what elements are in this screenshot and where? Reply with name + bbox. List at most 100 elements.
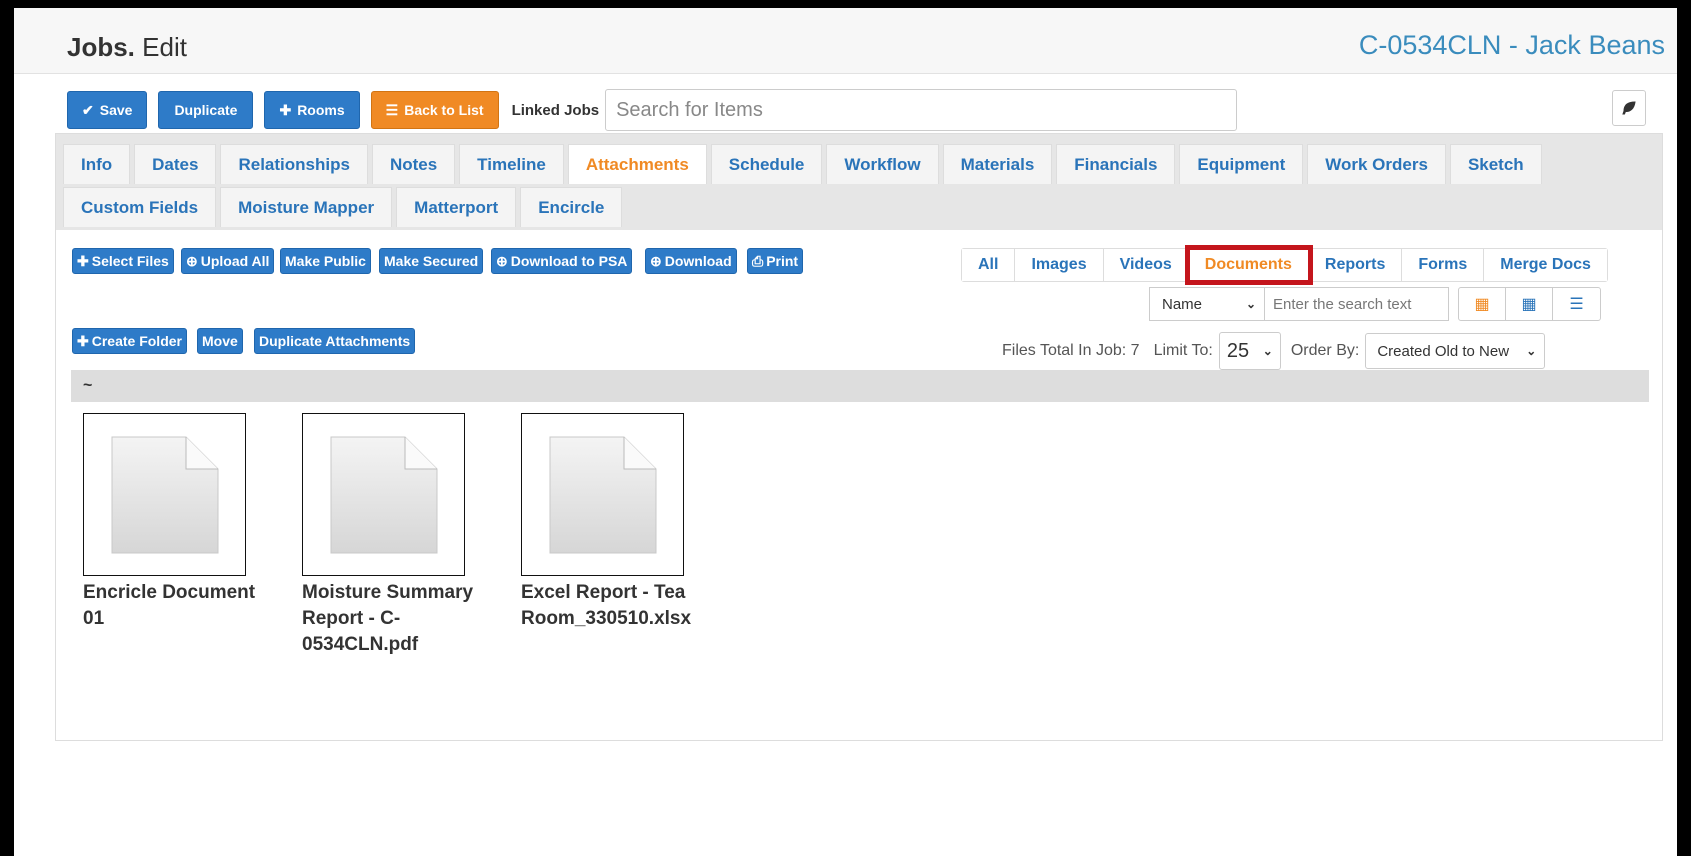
select-files-label: Select Files [91, 253, 169, 269]
leaf-icon[interactable] [1612, 90, 1646, 126]
page-header: Jobs. Edit C-0534CLN - Jack Beans [14, 8, 1677, 74]
document-icon[interactable] [83, 413, 246, 576]
tab-materials[interactable]: Materials [942, 144, 1053, 184]
download-label: Download [664, 253, 732, 269]
tab-encircle[interactable]: Encircle [520, 187, 623, 227]
list-view-icon[interactable]: ☰ [1553, 288, 1600, 320]
folder-path-bar[interactable]: ~ [71, 370, 1649, 402]
file-name[interactable]: Encricle Document 01 [83, 580, 278, 632]
make-secured-button[interactable]: Make Secured [379, 248, 484, 274]
print-button[interactable]: ⎙ Print [747, 248, 804, 274]
search-text-input[interactable]: Enter the search text [1265, 287, 1449, 321]
document-icon[interactable] [302, 413, 465, 576]
tab-matterport[interactable]: Matterport [396, 187, 517, 227]
tab-row-1: Info Dates Relationships Notes Timeline … [63, 144, 1546, 184]
filter-tab-images[interactable]: Images [1015, 249, 1104, 281]
make-public-button[interactable]: Make Public [280, 248, 371, 274]
linked-jobs-search-input[interactable]: Search for Items [605, 89, 1238, 131]
download-icon: ⊕ [496, 252, 508, 269]
create-folder-label: Create Folder [91, 333, 182, 349]
page-title-module: Jobs. [67, 32, 135, 62]
filter-tab-documents[interactable]: Documents [1184, 245, 1313, 285]
tab-relationships[interactable]: Relationships [220, 144, 368, 184]
files-info-bar: Files Total In Job: 7 Limit To: 25 ⌄ Orde… [1002, 332, 1546, 370]
order-by-label: Order By: [1290, 342, 1360, 359]
tab-moisture-mapper[interactable]: Moisture Mapper [220, 187, 393, 227]
tab-timeline[interactable]: Timeline [459, 144, 564, 184]
tab-workflow[interactable]: Workflow [826, 144, 939, 184]
file-name[interactable]: Excel Report - Tea Room_330510.xlsx [521, 580, 716, 632]
limit-value: 25 [1226, 339, 1250, 362]
create-folder-button[interactable]: ✚ Create Folder [72, 328, 187, 354]
large-grid-view-icon[interactable]: ▦ [1459, 288, 1506, 320]
small-grid-view-icon[interactable]: ▦ [1506, 288, 1553, 320]
save-button[interactable]: ✔ Save [67, 91, 148, 129]
page-title-action: Edit [134, 32, 187, 62]
tab-schedule[interactable]: Schedule [710, 144, 823, 184]
back-to-list-label: Back to List [404, 102, 484, 118]
move-button[interactable]: Move [197, 328, 243, 354]
file-name[interactable]: Moisture Summary Report - C-0534CLN.pdf [302, 580, 497, 658]
move-label: Move [202, 333, 238, 349]
tab-custom-fields[interactable]: Custom Fields [63, 187, 217, 227]
tab-notes[interactable]: Notes [371, 144, 456, 184]
save-button-label: Save [99, 102, 133, 118]
file-tile[interactable]: Excel Report - Tea Room_330510.xlsx [521, 413, 721, 632]
upload-icon: ⊕ [186, 252, 198, 269]
chevron-down-icon: ⌄ [1526, 344, 1537, 358]
document-icon[interactable] [521, 413, 684, 576]
tab-financials[interactable]: Financials [1056, 144, 1176, 184]
filter-tab-reports[interactable]: Reports [1308, 249, 1403, 281]
tab-info[interactable]: Info [63, 144, 131, 184]
search-row: Name ⌄ Enter the search text [1149, 287, 1449, 321]
chevron-down-icon: ⌄ [1262, 344, 1273, 358]
page-title: Jobs. Edit [67, 32, 187, 63]
order-by-select[interactable]: Created Old to New ⌄ [1365, 333, 1546, 369]
file-tile[interactable]: Moisture Summary Report - C-0534CLN.pdf [302, 413, 502, 658]
duplicate-button-label: Duplicate [174, 102, 238, 118]
linked-jobs-label: Linked Jobs [511, 101, 600, 119]
tab-attachments[interactable]: Attachments [567, 144, 707, 184]
print-icon: ⎙ [752, 252, 764, 269]
order-by-value: Created Old to New [1377, 342, 1510, 360]
tab-row-2: Custom Fields Moisture Mapper Matterport… [63, 187, 626, 227]
upload-all-button[interactable]: ⊕ Upload All [181, 248, 275, 274]
job-title: C-0534CLN - Jack Beans [1358, 30, 1665, 60]
filter-tab-videos[interactable]: Videos [1103, 249, 1189, 281]
make-secured-label: Make Secured [384, 253, 479, 269]
filter-tab-all[interactable]: All [962, 249, 1016, 281]
rooms-button[interactable]: ✚ Rooms [264, 91, 360, 129]
attachment-filter-tabs: All Images Videos Documents Reports Form… [961, 245, 1608, 285]
file-tile[interactable]: Encricle Document 01 [83, 413, 283, 632]
upload-all-label: Upload All [200, 253, 270, 269]
filter-tab-forms[interactable]: Forms [1402, 249, 1485, 281]
select-files-button[interactable]: ✚ Select Files [72, 248, 174, 274]
duplicate-attachments-button[interactable]: Duplicate Attachments [254, 328, 416, 354]
plus-icon: ✚ [77, 332, 89, 349]
limit-select[interactable]: 25 ⌄ [1218, 332, 1281, 370]
duplicate-attachments-label: Duplicate Attachments [259, 333, 411, 349]
tab-dates[interactable]: Dates [134, 144, 217, 184]
filter-tab-merge-docs[interactable]: Merge Docs [1484, 249, 1607, 281]
job-tabs: Info Dates Relationships Notes Timeline … [56, 134, 1662, 230]
search-field-select[interactable]: Name ⌄ [1149, 287, 1265, 321]
tab-equipment[interactable]: Equipment [1179, 144, 1304, 184]
search-field-value: Name [1162, 295, 1203, 313]
tab-work-orders[interactable]: Work Orders [1307, 144, 1446, 184]
job-panel: Info Dates Relationships Notes Timeline … [55, 133, 1663, 741]
duplicate-button[interactable]: Duplicate [158, 91, 254, 129]
make-public-label: Make Public [285, 253, 366, 269]
back-to-list-button[interactable]: ☰ Back to List [370, 91, 499, 129]
download-to-psa-button[interactable]: ⊕ Download to PSA [491, 248, 633, 274]
download-to-psa-label: Download to PSA [510, 253, 628, 269]
download-button[interactable]: ⊕ Download [645, 248, 737, 274]
download-icon: ⊕ [650, 252, 662, 269]
print-label: Print [766, 253, 799, 269]
tab-sketch[interactable]: Sketch [1449, 144, 1542, 184]
main-toolbar: ✔ Save Duplicate ✚ Rooms ☰ Back to List Lin… [67, 89, 1238, 131]
view-mode-buttons: ▦ ▦ ☰ [1458, 287, 1601, 321]
list-icon: ☰ [385, 101, 399, 118]
rooms-button-label: Rooms [297, 102, 345, 118]
files-total-label: Files Total In Job: 7 [1002, 342, 1140, 359]
plus-icon: ✚ [279, 101, 292, 118]
